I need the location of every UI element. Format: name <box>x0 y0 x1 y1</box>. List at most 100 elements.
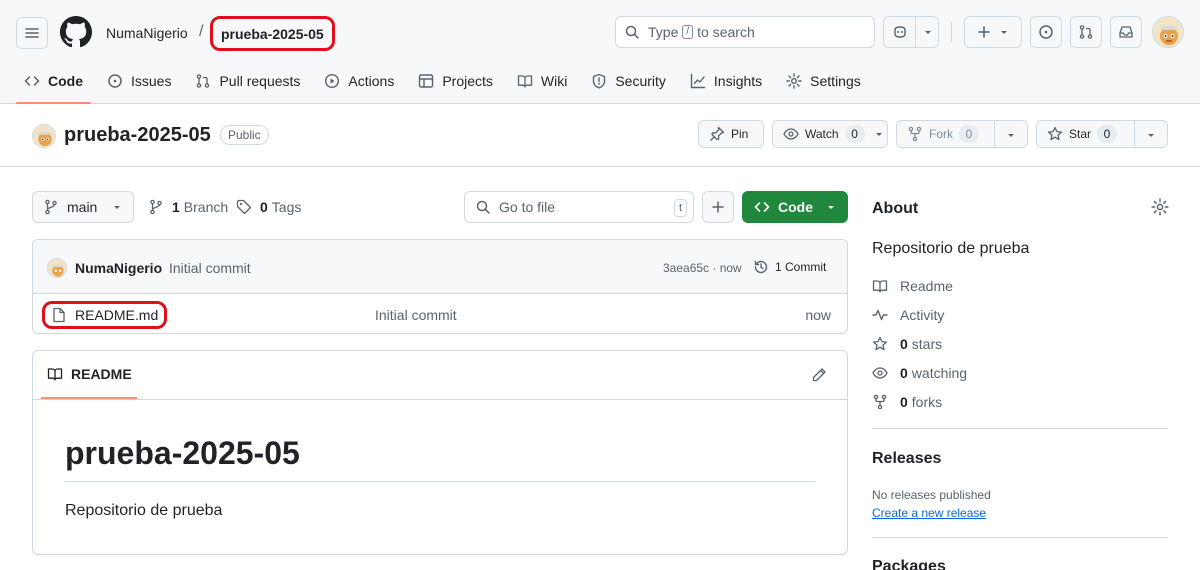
tab-pull-requests[interactable]: Pull requests <box>187 64 308 98</box>
tab-label: Insights <box>713 73 763 89</box>
activity-link-label: Activity <box>900 307 945 323</box>
eye-icon <box>872 365 888 381</box>
tab-code[interactable]: Code <box>16 64 91 104</box>
watch-button[interactable]: Watch 0 <box>772 120 888 148</box>
file-commit-message[interactable]: Initial commit <box>375 307 457 323</box>
forks-link[interactable]: 0 forks <box>872 394 942 410</box>
stars-count: 0 <box>900 336 908 352</box>
readme-panel: README prueba-2025-05 Repositorio de pru… <box>32 350 848 555</box>
chevron-down-icon <box>998 24 1010 40</box>
star-count: 0 <box>1097 125 1118 143</box>
your-pull-requests-button[interactable] <box>1070 16 1102 48</box>
commit-author-avatar[interactable] <box>47 258 67 278</box>
git-branch-icon <box>148 199 164 215</box>
owner-link[interactable]: NumaNigerio <box>106 25 188 41</box>
chevron-down-icon[interactable] <box>922 24 934 40</box>
tab-security[interactable]: Security <box>583 64 674 98</box>
chevron-down-icon[interactable] <box>1005 127 1017 143</box>
commit-author[interactable]: NumaNigerio <box>75 260 162 276</box>
latest-commit-row: NumaNigerio Initial commit 3aea65c · now… <box>33 240 847 294</box>
branches-link[interactable]: 1 Branch <box>148 199 228 215</box>
gear-icon[interactable] <box>1151 198 1169 216</box>
tab-projects[interactable]: Projects <box>410 64 501 98</box>
star-split <box>1134 121 1135 147</box>
watching-label: watching <box>911 365 968 381</box>
tab-insights[interactable]: Insights <box>682 64 770 98</box>
book-icon <box>517 73 533 89</box>
branch-selector[interactable]: main <box>32 191 134 223</box>
stars-link[interactable]: 0 stars <box>872 336 942 352</box>
repo-forked-icon <box>907 126 923 142</box>
tab-settings[interactable]: Settings <box>778 64 869 98</box>
pin-button[interactable]: Pin <box>698 120 764 148</box>
watching-count: 0 <box>900 365 908 381</box>
file-table: NumaNigerio Initial commit 3aea65c · now… <box>32 239 848 334</box>
tab-wiki[interactable]: Wiki <box>509 64 575 98</box>
packages-heading[interactable]: Packages <box>872 558 946 570</box>
watch-label: Watch <box>805 127 839 141</box>
code-button-label: Code <box>778 199 813 215</box>
search-icon <box>624 24 640 40</box>
create-new-button[interactable] <box>964 16 1022 48</box>
user-avatar[interactable] <box>1152 16 1184 48</box>
file-name: README.md <box>75 307 159 323</box>
menu-button[interactable] <box>16 17 48 49</box>
about-heading: About <box>872 200 919 217</box>
go-to-file-placeholder: Go to file <box>499 199 556 215</box>
tab-label: Issues <box>131 73 172 89</box>
github-logo-icon[interactable] <box>60 16 92 48</box>
forks-label: forks <box>911 394 943 410</box>
readme-link[interactable]: Readme <box>872 278 953 294</box>
graph-icon <box>690 73 706 89</box>
fork-split <box>994 121 995 147</box>
tag-count: 0 <box>260 199 268 215</box>
fork-button[interactable]: Fork 0 <box>896 120 1028 148</box>
star-button[interactable]: Star 0 <box>1036 120 1168 148</box>
pin-label: Pin <box>731 127 749 141</box>
chevron-down-icon[interactable] <box>1145 127 1157 143</box>
history-icon <box>753 259 769 275</box>
git-pull-request-icon <box>1078 24 1094 40</box>
file-link[interactable]: README.md <box>42 301 168 329</box>
visibility-badge: Public <box>220 125 269 145</box>
inbox-icon <box>1118 24 1134 40</box>
go-to-file-input[interactable]: Go to file t <box>464 191 694 223</box>
tab-label: Pull requests <box>219 73 301 89</box>
tab-label: Actions <box>348 73 395 89</box>
commit-history-link[interactable]: 1 Commit <box>753 259 826 275</box>
watching-link[interactable]: 0 watching <box>872 365 967 381</box>
tab-actions[interactable]: Actions <box>316 64 402 98</box>
activity-link[interactable]: Activity <box>872 307 944 323</box>
notifications-button[interactable] <box>1110 16 1142 48</box>
add-file-button[interactable] <box>702 191 734 223</box>
copilot-split <box>915 17 916 47</box>
code-download-button[interactable]: Code <box>742 191 848 223</box>
owner-avatar[interactable] <box>32 124 56 148</box>
code-icon <box>754 199 770 215</box>
repo-title[interactable]: prueba-2025-05 <box>64 124 211 147</box>
sidebar-divider <box>872 428 1168 429</box>
fork-label: Fork <box>929 127 953 141</box>
header-divider <box>951 22 952 42</box>
issue-opened-icon <box>107 73 123 89</box>
search-input[interactable]: Type / to search <box>615 16 875 48</box>
readme-heading: prueba-2025-05 <box>65 435 300 471</box>
search-icon <box>475 199 491 215</box>
branch-label: Branch <box>183 199 229 215</box>
go-to-file-shortcut: t <box>673 199 687 217</box>
copilot-button[interactable] <box>883 16 939 48</box>
commit-message[interactable]: Initial commit <box>169 260 251 276</box>
tags-link[interactable]: 0 Tags <box>236 199 301 215</box>
readme-body: Repositorio de prueba <box>65 502 223 519</box>
create-release-link[interactable]: Create a new release <box>872 506 986 520</box>
book-icon <box>872 278 888 294</box>
repo-nav-tabs: Code Issues Pull requests Actions Projec… <box>16 64 877 104</box>
your-issues-button[interactable] <box>1030 16 1062 48</box>
breadcrumb-separator: / <box>199 23 204 40</box>
commit-hash-time[interactable]: 3aea65c · now <box>663 261 742 275</box>
tab-issues[interactable]: Issues <box>99 64 179 98</box>
pencil-icon[interactable] <box>811 367 827 383</box>
readme-tab[interactable]: README <box>41 351 137 399</box>
releases-heading[interactable]: Releases <box>872 450 941 468</box>
repo-breadcrumb-link[interactable]: prueba-2025-05 <box>210 16 335 51</box>
